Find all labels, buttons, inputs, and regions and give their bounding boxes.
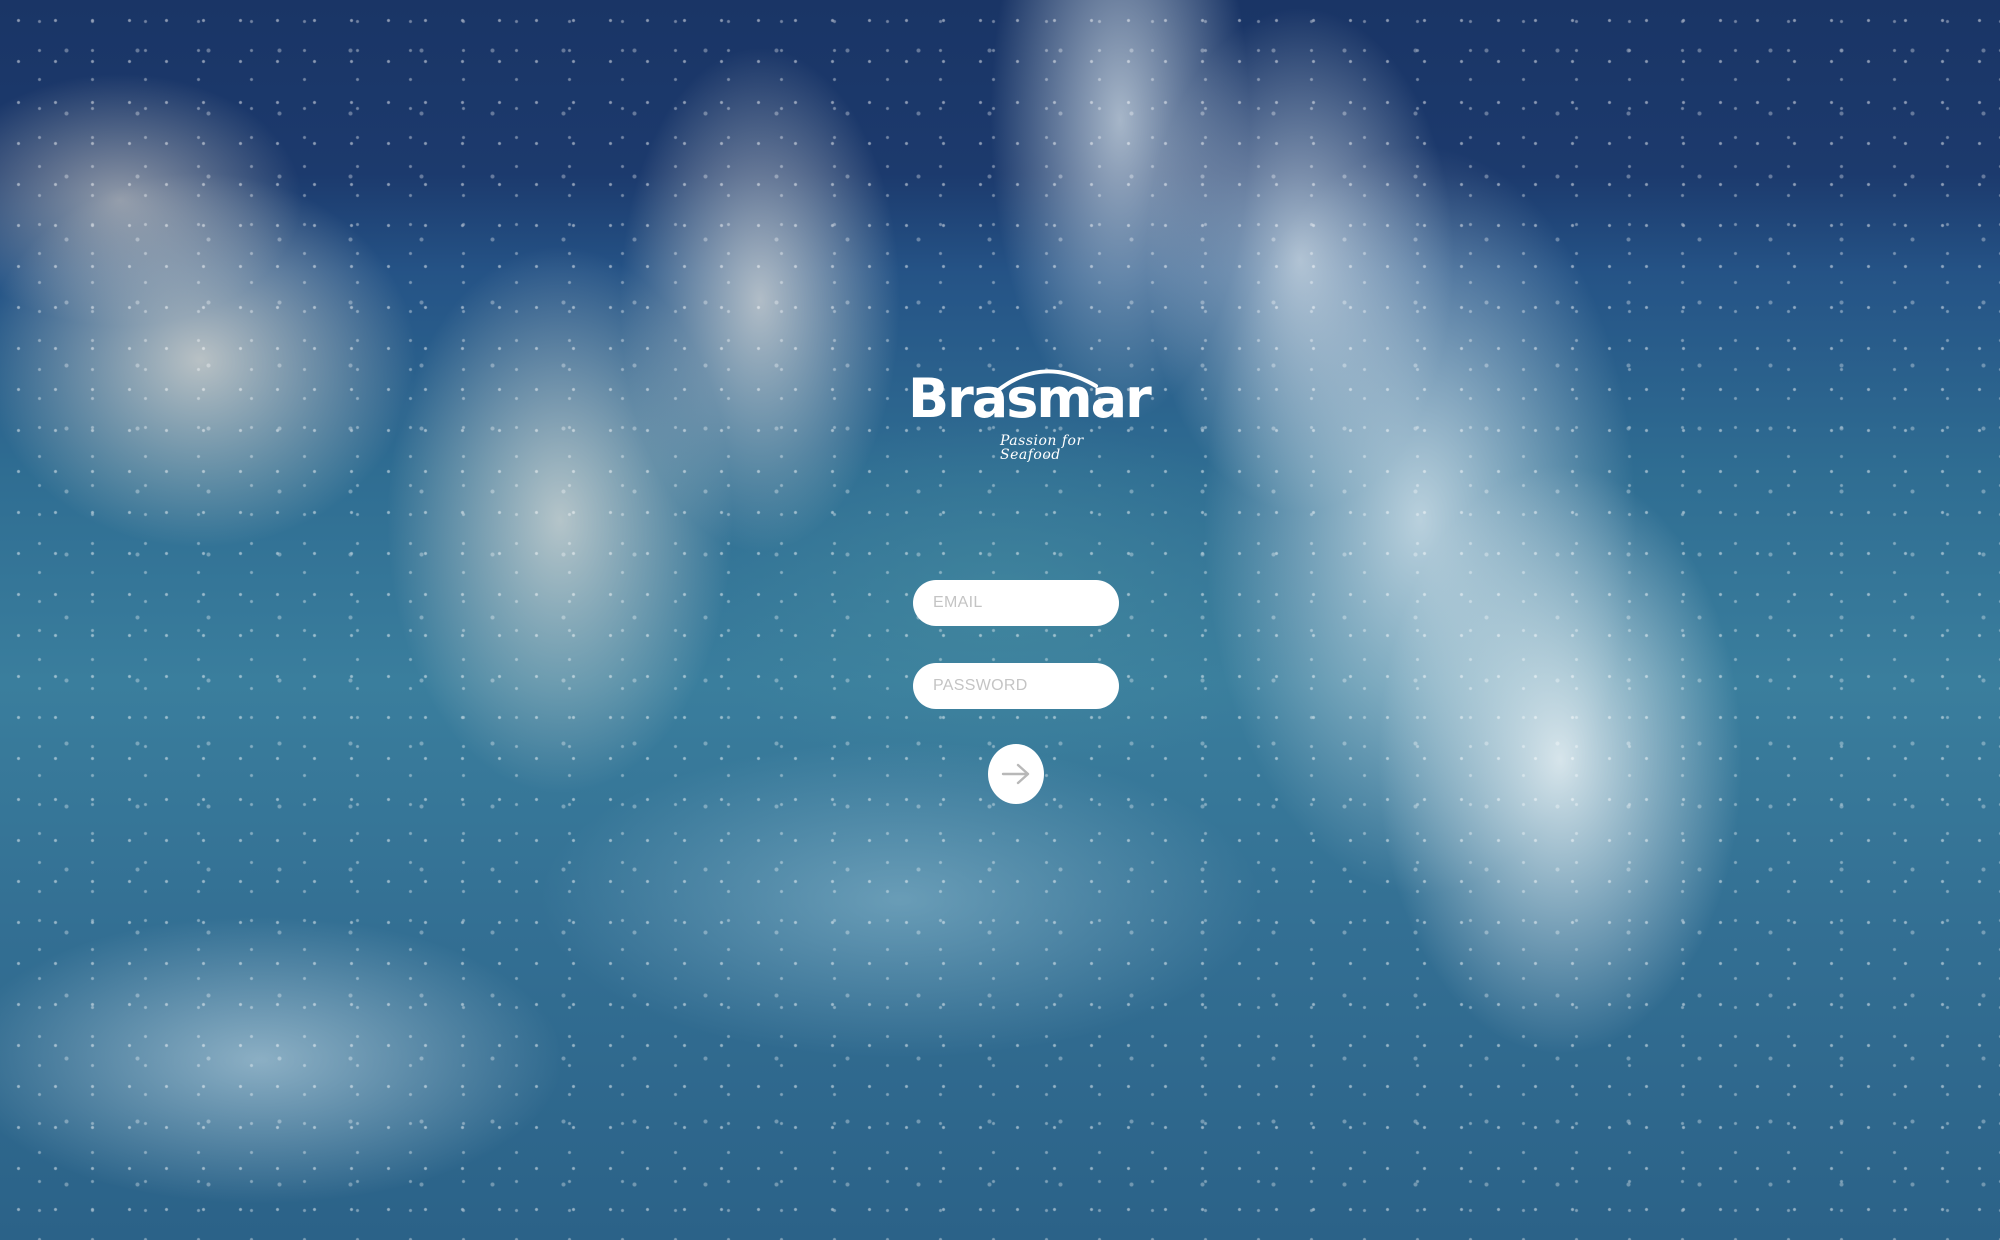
email-field[interactable]	[913, 580, 1119, 626]
brand-logo: Brasmar Passion for Seafood	[908, 352, 1152, 463]
brand-tagline: Passion for Seafood	[1000, 433, 1084, 463]
password-field[interactable]	[913, 663, 1119, 709]
arrow-right-icon	[1001, 763, 1030, 785]
submit-button[interactable]	[988, 744, 1044, 804]
login-page: Brasmar Passion for Seafood	[0, 0, 2000, 1240]
brand-name: Brasmar	[908, 367, 1152, 430]
